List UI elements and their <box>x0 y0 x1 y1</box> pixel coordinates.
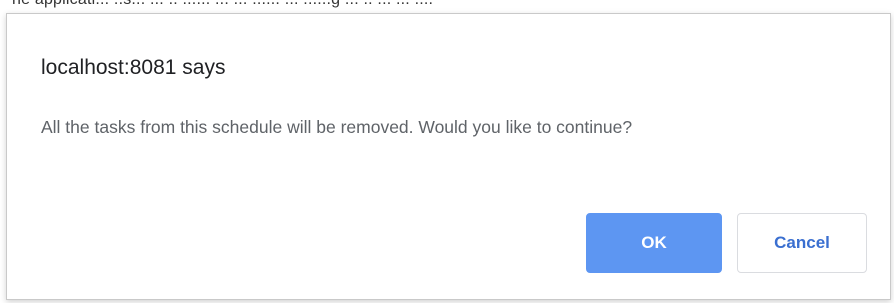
cancel-button[interactable]: Cancel <box>737 213 867 273</box>
background-text: ne applicati... ..s... ... .. ...... ...… <box>12 0 433 9</box>
dialog-message: All the tasks from this schedule will be… <box>41 117 633 137</box>
confirm-dialog: localhost:8081 says All the tasks from t… <box>6 13 891 300</box>
dialog-title: localhost:8081 says <box>41 56 226 79</box>
ok-button[interactable]: OK <box>586 213 722 273</box>
